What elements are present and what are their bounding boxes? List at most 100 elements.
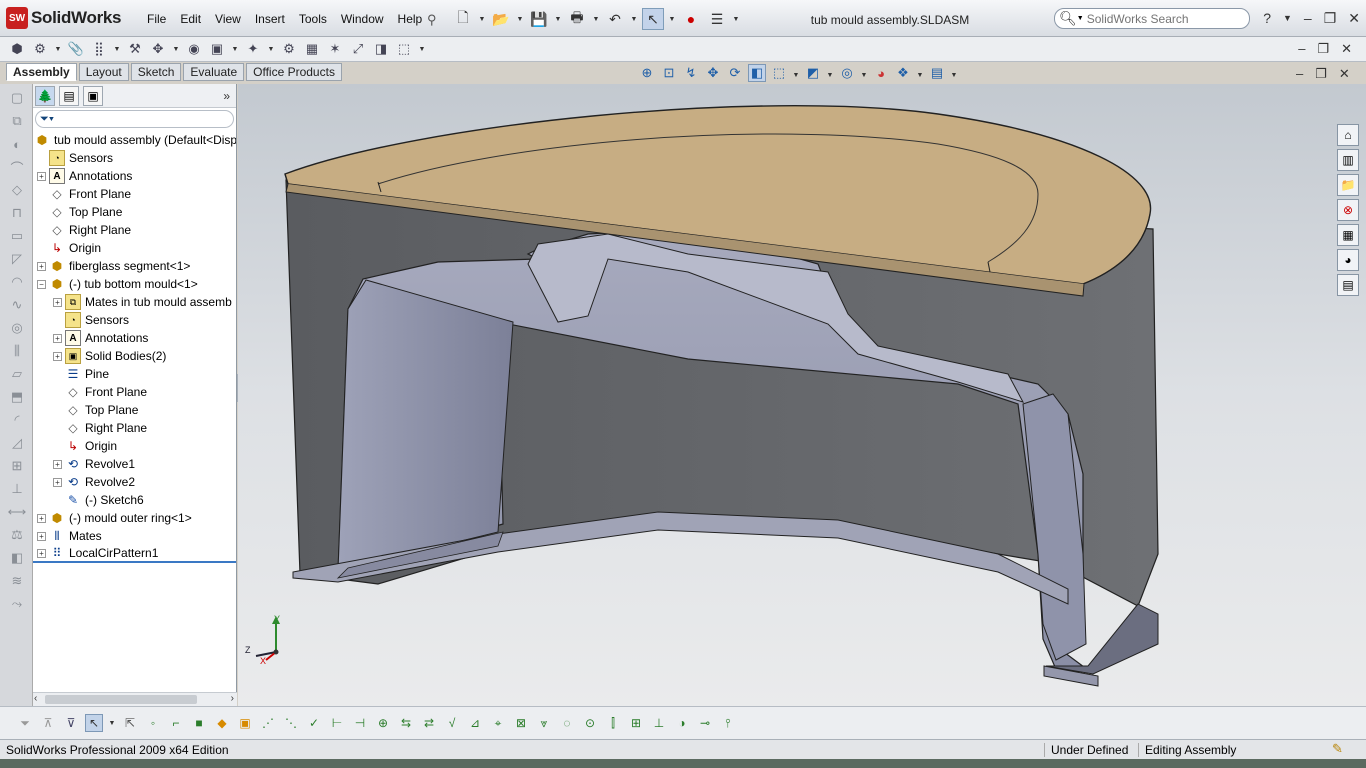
chamfer-icon[interactable]: ◿ xyxy=(7,434,27,452)
filter-icon[interactable]: ⏷▾ xyxy=(40,113,54,126)
scroll-right-icon[interactable]: › xyxy=(231,693,234,704)
minimize-icon[interactable]: – xyxy=(1304,10,1312,27)
view-palette-icon[interactable]: ▦ xyxy=(1337,224,1359,246)
pattern-dropdown-icon[interactable]: ▼ xyxy=(113,38,121,60)
menu-edit[interactable]: Edit xyxy=(173,12,208,26)
tab-layout[interactable]: Layout xyxy=(78,63,129,81)
filter-planes-icon[interactable]: ⋱ xyxy=(282,714,300,732)
new-dropdown-icon[interactable]: ▼ xyxy=(478,8,486,30)
new-part-icon[interactable]: ▢ xyxy=(7,89,27,107)
expand-icon[interactable]: + xyxy=(53,351,62,361)
filter-sketch-points-icon[interactable]: ✓ xyxy=(305,714,323,732)
rib-icon[interactable]: ⊓ xyxy=(7,204,27,222)
solidworks-logo[interactable]: SW SolidWorks xyxy=(6,7,122,29)
tree-item[interactable]: ◇ Right Plane xyxy=(33,419,236,437)
routing-icon[interactable]: ⤳ xyxy=(7,595,27,613)
move-component-icon[interactable]: ✥ xyxy=(149,40,167,58)
filter-center-marks-icon[interactable]: ⊕ xyxy=(374,714,392,732)
copy-icon[interactable]: ⧉ xyxy=(7,112,27,130)
dome-icon[interactable]: ◠ xyxy=(7,273,27,291)
filter-blocks-icon[interactable]: ⊞ xyxy=(627,714,645,732)
bill-of-materials-icon[interactable]: ▦ xyxy=(303,40,321,58)
save-icon[interactable]: 💾 xyxy=(528,8,550,30)
select-all-icon[interactable]: ⇱ xyxy=(121,714,139,732)
measure-icon[interactable]: ⟷ xyxy=(7,503,27,521)
property-manager-tab-icon[interactable]: ▤ xyxy=(59,85,79,106)
filter-mates-icon[interactable]: ⫯ xyxy=(719,714,737,732)
filter-notes-icon[interactable]: ⊿ xyxy=(466,714,484,732)
collapse-icon[interactable]: − xyxy=(37,279,46,289)
insert-dropdown-icon[interactable]: ▼ xyxy=(54,38,62,60)
mold-tools-icon[interactable]: ⊞ xyxy=(7,457,27,475)
tree-item[interactable]: ◇ Top Plane xyxy=(33,401,236,419)
cmd-restore-icon[interactable]: ❐ xyxy=(1317,41,1329,57)
search-input[interactable] xyxy=(1086,11,1247,26)
filter-balloons-icon[interactable]: ◌ xyxy=(558,714,576,732)
expand-icon[interactable]: + xyxy=(37,548,46,558)
assembly-features-icon[interactable]: ▣ xyxy=(208,40,226,58)
filter-dimensions-icon[interactable]: ⇄ xyxy=(420,714,438,732)
doc-close-icon[interactable]: ✕ xyxy=(1339,66,1350,82)
scroll-thumb[interactable] xyxy=(45,695,197,704)
doc-restore-icon[interactable]: ❐ xyxy=(1315,66,1327,82)
filter-surface-bodies-icon[interactable]: ◆ xyxy=(213,714,231,732)
filter-vertices-icon[interactable]: ◦ xyxy=(144,714,162,732)
apply-scene-icon[interactable]: ❖ xyxy=(894,64,912,82)
hide-show-dropdown-icon[interactable]: ▼ xyxy=(860,64,868,86)
shell-icon[interactable]: ▭ xyxy=(7,227,27,245)
file-explorer-icon[interactable]: 📁 xyxy=(1337,174,1359,196)
help-dropdown-icon[interactable]: ▼ xyxy=(1283,13,1292,27)
expand-icon[interactable]: + xyxy=(53,477,62,487)
instant3d-dropdown-icon[interactable]: ▼ xyxy=(418,38,426,60)
options-icon[interactable]: ☰ xyxy=(706,8,728,30)
filter-midpoints-icon[interactable]: ⊣ xyxy=(351,714,369,732)
scroll-left-icon[interactable]: ‹ xyxy=(34,693,37,704)
exploded-view-icon[interactable]: ✶ xyxy=(326,40,344,58)
filter-sketch-segments-icon[interactable]: ⊢ xyxy=(328,714,346,732)
feature-manager-tab-icon[interactable]: 🌲 xyxy=(35,85,55,106)
tree-item[interactable]: + ⧉ Mates in tub mould assemb xyxy=(33,293,236,311)
tree-item[interactable]: + ⬢ fiberglass segment<1> xyxy=(33,257,236,275)
draft-icon[interactable]: ◸ xyxy=(7,250,27,268)
linear-pattern-icon[interactable]: ⣿ xyxy=(90,40,108,58)
search-icon[interactable]: 🔍︎ xyxy=(1059,10,1077,27)
doc-minimize-icon[interactable]: – xyxy=(1296,66,1303,82)
rebuild-traffic-light-icon[interactable]: ● xyxy=(680,8,702,30)
simulation-icon[interactable]: ≋ xyxy=(7,572,27,590)
design-library-icon[interactable]: ▥ xyxy=(1337,149,1359,171)
tree-item[interactable]: + A Annotations xyxy=(33,167,236,185)
filter-surface-finish-icon[interactable]: √ xyxy=(443,714,461,732)
mirror-icon[interactable]: ⫼ xyxy=(7,342,27,360)
mate-icon[interactable]: 📎 xyxy=(67,40,85,58)
scene-dropdown-icon[interactable]: ▼ xyxy=(916,64,924,86)
loft-icon[interactable]: ◇ xyxy=(7,181,27,199)
previous-view-icon[interactable]: ↯ xyxy=(682,64,700,82)
filter-axes-icon[interactable]: ⋰ xyxy=(259,714,277,732)
filter-gtol-icon[interactable]: ⌖ xyxy=(489,714,507,732)
tree-item[interactable]: + ⟲ Revolve1 xyxy=(33,455,236,473)
tab-sketch[interactable]: Sketch xyxy=(130,63,182,81)
tree-horizontal-scrollbar[interactable]: ‹ › xyxy=(33,692,237,706)
tree-item[interactable]: + A Annotations xyxy=(33,329,236,347)
display-style-icon[interactable]: ◩ xyxy=(804,64,822,82)
filter-stacked-balloons-icon[interactable]: ⊙ xyxy=(581,714,599,732)
appearances-icon[interactable]: ◕ xyxy=(1337,249,1359,271)
filter-faces-icon[interactable]: ■ xyxy=(190,714,208,732)
filter-solid-bodies-icon[interactable]: ▣ xyxy=(236,714,254,732)
hole-wizard-icon[interactable]: ◎ xyxy=(7,319,27,337)
hide-show-items-icon[interactable]: ◎ xyxy=(838,64,856,82)
open-folder-icon[interactable]: 📂 xyxy=(490,8,512,30)
pan-icon[interactable]: ✥ xyxy=(704,64,722,82)
expand-icon[interactable]: + xyxy=(53,297,62,307)
configuration-manager-tab-icon[interactable]: ▣ xyxy=(83,85,103,106)
clear-filters-icon[interactable]: ⊽ xyxy=(62,714,80,732)
cmd-minimize-icon[interactable]: – xyxy=(1298,41,1305,57)
tree-item[interactable]: − ⬢ (-) tub bottom mould<1> xyxy=(33,275,236,293)
refgeom-dropdown-icon[interactable]: ▼ xyxy=(267,38,275,60)
insert-components-icon[interactable]: ⚙ xyxy=(31,40,49,58)
filter-routing-points-icon[interactable]: ⊸ xyxy=(696,714,714,732)
menu-window[interactable]: Window xyxy=(334,12,391,26)
zoom-to-fit-icon[interactable]: ⊕ xyxy=(638,64,656,82)
select-dropdown-icon[interactable]: ▼ xyxy=(668,8,676,30)
section-view-icon[interactable]: ◧ xyxy=(748,64,766,82)
